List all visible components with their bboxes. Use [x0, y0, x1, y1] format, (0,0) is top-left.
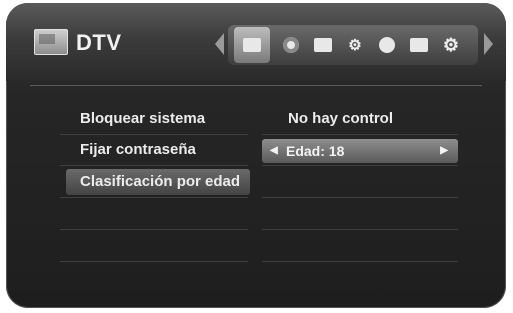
row-divider	[60, 261, 248, 262]
folder-icon[interactable]	[408, 34, 430, 56]
settings-panel: DTV ⚙ ⚙ Bloquear sistema Fijar contraseñ…	[6, 3, 506, 308]
tv-category-icon[interactable]	[234, 27, 270, 63]
lock-value: No hay control	[288, 110, 394, 127]
chevron-right-icon[interactable]: ▶	[440, 139, 448, 163]
row-divider	[60, 229, 248, 230]
age-rating-selector[interactable]: ◀ Edad: 18 ▶	[262, 139, 458, 163]
header-divider	[30, 85, 482, 86]
row-divider	[60, 197, 248, 198]
row-divider	[60, 165, 248, 166]
scroll-left-arrow-icon[interactable]	[215, 33, 224, 55]
display-icon[interactable]	[312, 34, 334, 56]
scroll-right-arrow-icon[interactable]	[484, 33, 493, 55]
row-divider	[262, 197, 458, 198]
page-title: DTV	[76, 30, 122, 55]
row-divider	[262, 261, 458, 262]
age-rating-value: Edad: 18	[286, 143, 345, 159]
row-divider	[262, 165, 458, 166]
gear-icon[interactable]: ⚙	[440, 34, 462, 56]
disc-icon[interactable]	[280, 34, 302, 56]
category-icon-bar: ⚙ ⚙	[228, 25, 478, 65]
row-divider	[60, 134, 248, 135]
gears-icon[interactable]: ⚙	[344, 34, 366, 56]
chevron-left-icon[interactable]: ◀	[270, 139, 278, 163]
row-divider	[262, 229, 458, 230]
globe-icon[interactable]	[376, 34, 398, 56]
header-bar: DTV ⚙ ⚙	[6, 3, 506, 81]
row-divider	[262, 134, 458, 135]
menu-item-bloquear-sistema[interactable]: Bloquear sistema	[66, 106, 250, 132]
menu-item-fijar-contrasena[interactable]: Fijar contraseña	[66, 137, 250, 163]
menu-item-clasificacion-por-edad[interactable]: Clasificación por edad	[66, 169, 250, 195]
tv-icon	[34, 29, 68, 55]
